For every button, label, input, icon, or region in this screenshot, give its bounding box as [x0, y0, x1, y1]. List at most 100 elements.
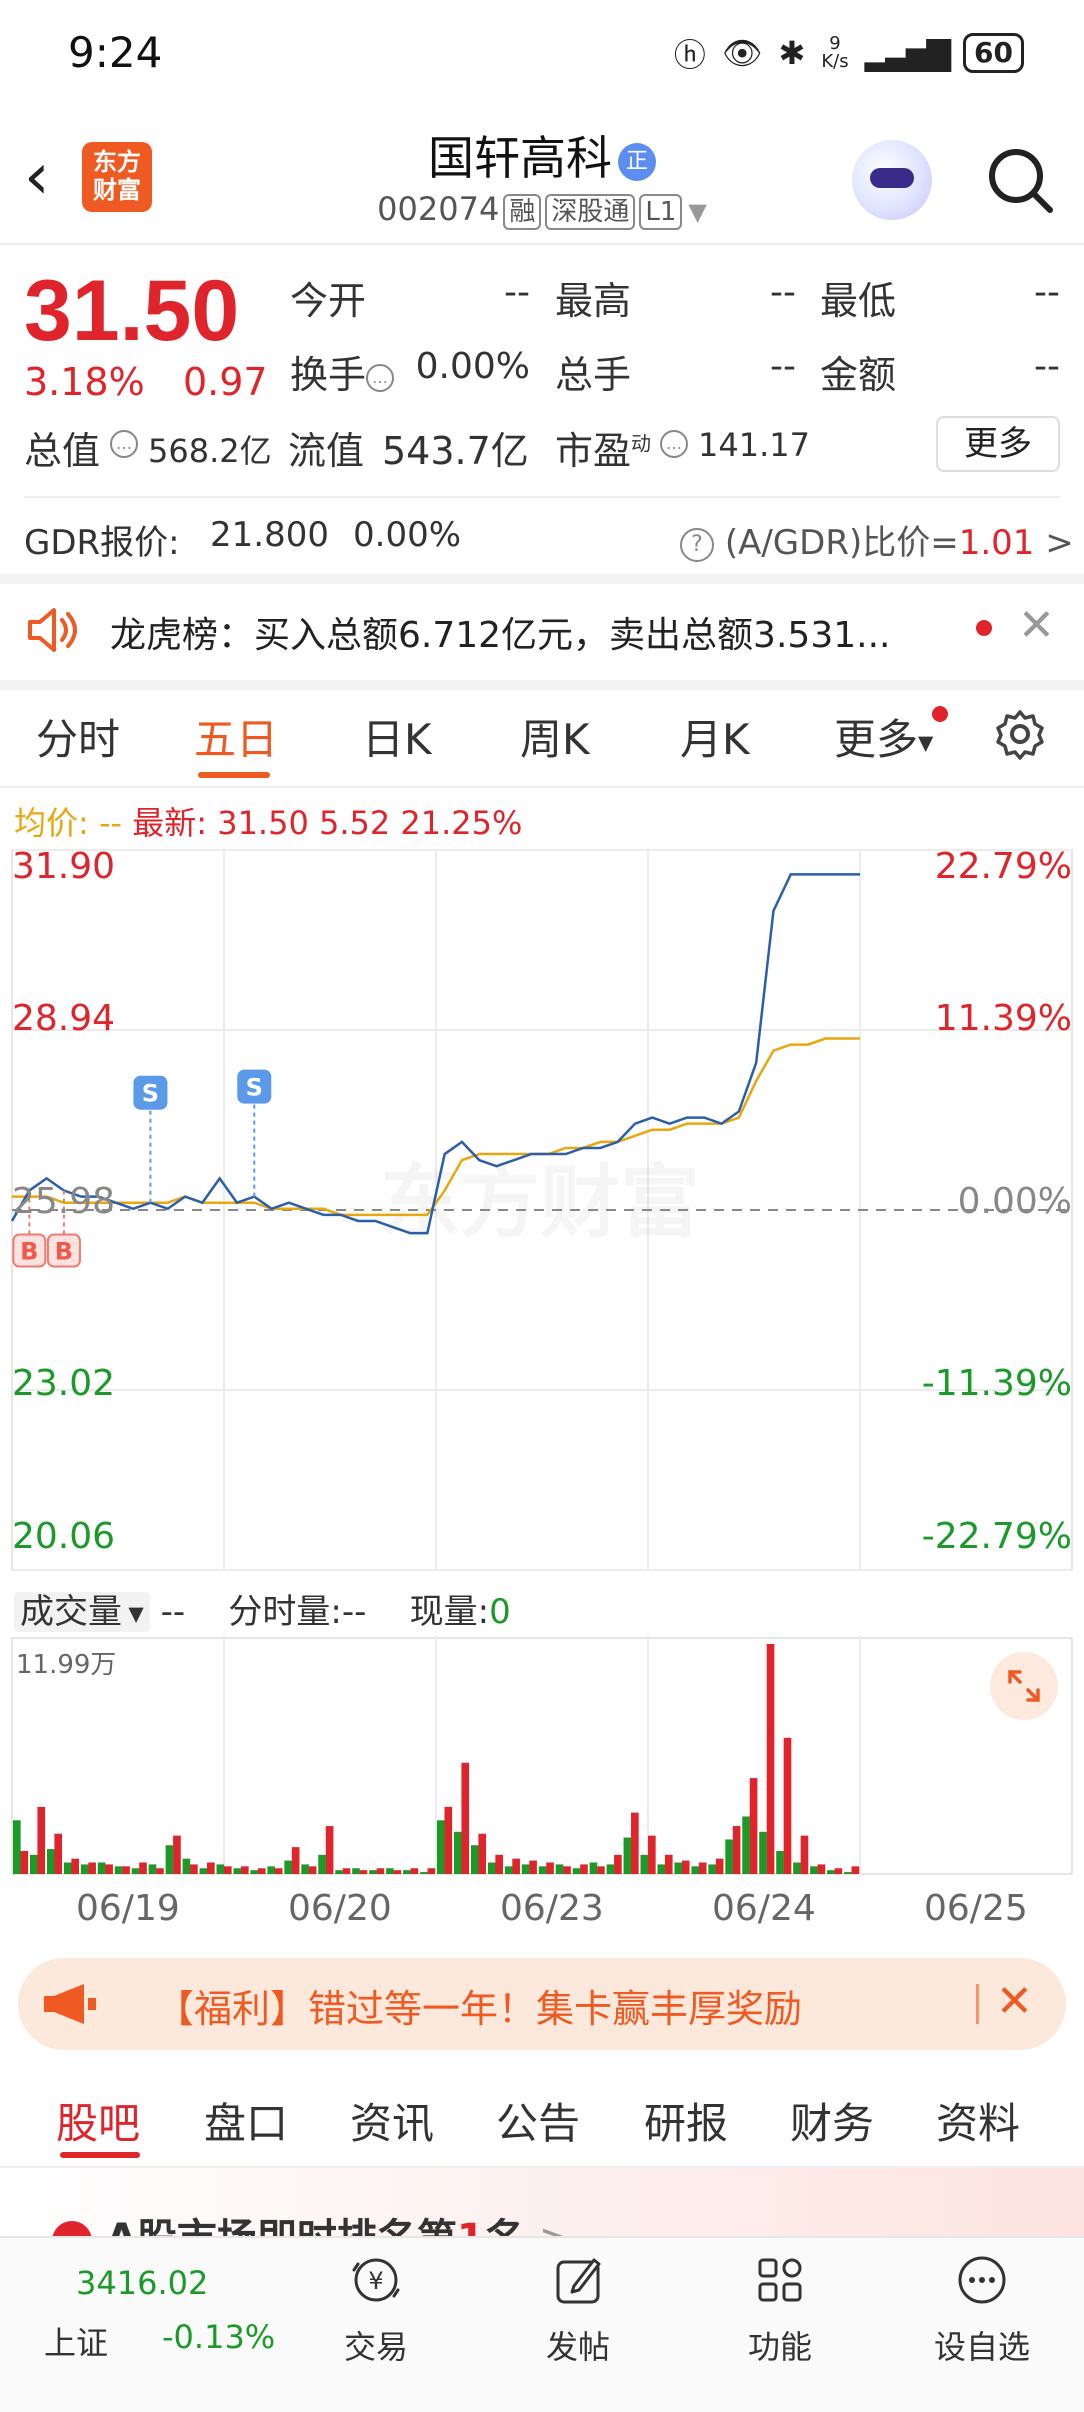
buy-marker-label: B [55, 1238, 73, 1266]
more-icon [958, 2256, 1006, 2304]
volume-bar-up [342, 1868, 351, 1874]
total-value: 568.2亿 [148, 432, 272, 470]
active-tab-indicator [60, 2152, 140, 2158]
volume-bar-up [122, 1866, 130, 1874]
volume-bar-down [335, 1870, 343, 1874]
nav-trade[interactable]: ¥ 交易 [306, 2248, 446, 2368]
chevron-down-icon: ▼ [918, 730, 934, 755]
index-name[interactable]: 上证 [44, 2318, 108, 2364]
latest-percent: 21.25% [400, 804, 523, 842]
gdr-ratio-value: 1.01 [958, 523, 1035, 563]
bluetooth-icon: ✱ [778, 34, 806, 72]
tab-orderbook[interactable]: 盘口 [204, 2090, 288, 2151]
y-label-right: 11.39% [935, 998, 1072, 1039]
volume-bar-down [250, 1870, 259, 1874]
close-icon[interactable]: ✕ [996, 1976, 1033, 2027]
chart-legend: 均价: -- 最新: 31.50 5.52 21.25% [14, 798, 522, 844]
volume-bar-down [182, 1858, 191, 1874]
float-value-label: 流值 [288, 429, 365, 473]
volume-chart[interactable] [0, 1636, 1084, 1880]
volume-bar-up [512, 1858, 520, 1874]
gdr-ratio[interactable]: ? (A/GDR)比价=1.01 > [680, 515, 1074, 564]
tab-news[interactable]: 资讯 [350, 2090, 434, 2151]
nav-functions[interactable]: 功能 [710, 2248, 850, 2368]
volume-select[interactable]: 成交量 ▼ [14, 1592, 150, 1632]
tab-profile[interactable]: 资料 [936, 2090, 1020, 2151]
y-label-left: 20.06 [12, 1516, 115, 1557]
info-icon[interactable]: … [110, 430, 138, 458]
gdr-price: 21.800 [210, 515, 329, 555]
turnover-label: 换手… [290, 344, 395, 399]
price-chart[interactable]: 东方财富 B B S S 31.90 28.94 25.98 23.02 20.06 22.79… [0, 840, 1084, 1580]
stock-name-text: 国轩高科 [428, 131, 612, 185]
amount-value: -- [1034, 346, 1060, 387]
tab-weekly-k[interactable]: 周K [520, 706, 590, 767]
volume-bar-up [291, 1847, 300, 1874]
y-label-right: 22.79% [935, 846, 1072, 887]
volume-bar-up [800, 1835, 809, 1874]
volume-bar-down [318, 1854, 326, 1874]
gdr-percent: 0.00% [353, 515, 462, 555]
volume-bar-down [284, 1860, 292, 1874]
avg-value: -- [98, 804, 123, 842]
expand-icon[interactable] [990, 1652, 1058, 1720]
volume-bar-up [478, 1833, 487, 1874]
volume-bar-down [810, 1866, 818, 1874]
search-icon[interactable] [980, 140, 1060, 220]
info-icon[interactable]: … [366, 363, 395, 392]
tab-research[interactable]: 研报 [644, 2090, 728, 2151]
nav-post[interactable]: 发帖 [508, 2248, 648, 2368]
volume-bar-up [410, 1868, 419, 1874]
volume-bar-down [148, 1864, 157, 1874]
volume-bar-down [606, 1864, 615, 1874]
help-icon[interactable]: ? [680, 527, 714, 562]
gear-icon[interactable] [992, 706, 1048, 762]
volume-bar-up [783, 1737, 792, 1874]
volume-bar-down [521, 1864, 530, 1874]
volume-grid [11, 1636, 1073, 1876]
notice-text[interactable]: 龙虎榜：买入总额6.712亿元，卖出总额3.531... [110, 606, 890, 658]
tag-margin: 融 [503, 194, 542, 230]
assistant-avatar[interactable] [852, 140, 932, 220]
volume-bar-up [139, 1862, 147, 1874]
y-label-right: 0.00% [958, 1181, 1072, 1222]
tab-minute[interactable]: 分时 [36, 706, 120, 767]
total-value-label: 总值 [24, 420, 100, 475]
volume-bar-down [776, 1850, 784, 1874]
period-volume-value: -- [341, 1592, 367, 1632]
change-value: 0.97 [183, 360, 268, 404]
more-quote-button[interactable]: 更多 [936, 416, 1060, 472]
avg-label: 均价: [14, 804, 89, 842]
tab-monthly-k[interactable]: 月K [680, 706, 750, 767]
tab-five-day[interactable]: 五日 [194, 706, 278, 767]
divider [24, 496, 1060, 498]
volume-bar-down [386, 1868, 394, 1874]
volume-bar-up [715, 1858, 724, 1874]
date-label: 06/25 [924, 1888, 1028, 1929]
tab-daily-k[interactable]: 日K [362, 706, 432, 767]
close-icon[interactable]: ✕ [1018, 600, 1055, 651]
volume-bar-down [29, 1854, 38, 1874]
info-icon[interactable]: … [660, 430, 688, 458]
nav-functions-label: 功能 [747, 2328, 812, 2366]
tab-forum[interactable]: 股吧 [56, 2090, 140, 2151]
volume-select-label: 成交量 [20, 1592, 122, 1632]
promo-text[interactable]: 【福利】错过等一年！集卡赢丰厚奖励 [156, 1978, 802, 2033]
amount-label: 金额 [820, 353, 897, 397]
pe-super: 动 [631, 431, 652, 456]
volume-bar-up [614, 1854, 622, 1874]
active-tab-indicator [198, 772, 270, 778]
open-value: -- [504, 272, 530, 313]
volume-bar-down [420, 1872, 428, 1874]
grid-icon [758, 2258, 802, 2302]
index-value[interactable]: 3416.02 [76, 2264, 208, 2302]
chevron-down-icon: ▼ [122, 1601, 144, 1626]
open-label: 今开 [290, 279, 367, 323]
tab-finance[interactable]: 财务 [790, 2090, 874, 2151]
divider [0, 574, 1084, 584]
tag-level: L1 [639, 194, 683, 230]
nav-add-watchlist[interactable]: 设自选 [912, 2248, 1052, 2368]
index-percent[interactable]: -0.13% [162, 2318, 275, 2356]
tab-more[interactable]: 更多▼ [834, 706, 933, 767]
tab-announcements[interactable]: 公告 [496, 2090, 580, 2151]
